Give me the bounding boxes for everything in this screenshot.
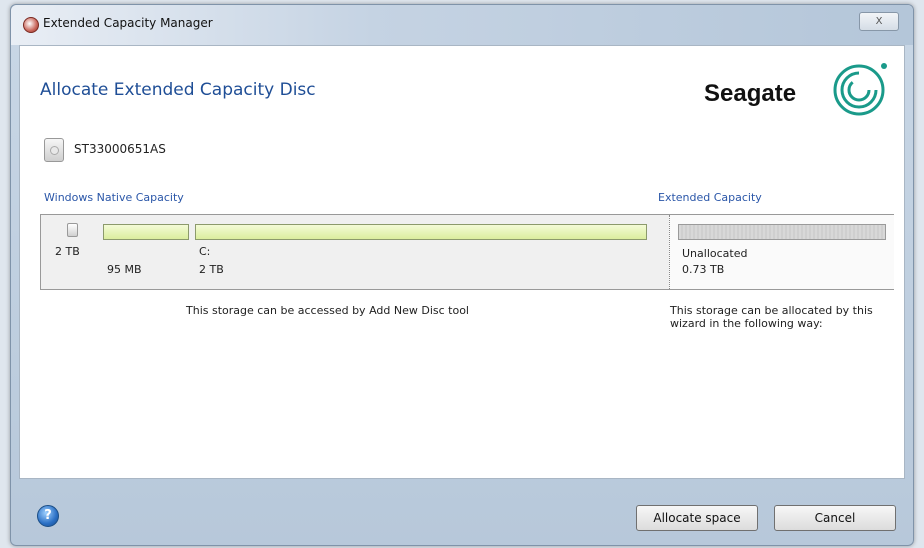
app-icon [23, 17, 39, 33]
unallocated-size: 0.73 TB [682, 263, 725, 276]
cancel-button[interactable]: Cancel [774, 505, 896, 531]
window-title: Extended Capacity Manager [43, 16, 213, 30]
hard-disk-icon [44, 138, 64, 162]
close-button[interactable]: X [859, 12, 899, 31]
disk-total-size: 2 TB [55, 245, 80, 258]
page-title: Allocate Extended Capacity Disc [40, 80, 316, 100]
brand-name: Seagate [704, 80, 797, 107]
wizard-content: Allocate Extended Capacity Disc Seagate … [19, 45, 905, 479]
disk-small-icon [67, 223, 78, 237]
allocate-space-button[interactable]: Allocate space [636, 505, 758, 531]
extended-storage-message: This storage can be allocated by this wi… [670, 304, 873, 330]
system-reserved-size: 95 MB [107, 263, 142, 276]
disk-model: ST33000651AS [74, 142, 166, 156]
unallocated-partition[interactable] [678, 224, 886, 240]
system-reserved-partition[interactable] [103, 224, 189, 240]
extended-capacity-area: Unallocated 0.73 TB [669, 215, 894, 289]
wizard-footer: ? Allocate space Cancel [19, 477, 903, 537]
extended-capacity-manager-window: Extended Capacity Manager X Allocate Ext… [10, 4, 914, 546]
c-drive-letter: C: [199, 245, 211, 258]
title-bar[interactable]: Extended Capacity Manager X [11, 5, 913, 45]
native-capacity-label: Windows Native Capacity [44, 191, 184, 204]
seagate-swirl-icon [833, 63, 887, 116]
native-storage-message: This storage can be accessed by Add New … [186, 304, 469, 317]
help-icon[interactable]: ? [37, 505, 59, 527]
seagate-logo: Seagate [700, 56, 890, 116]
c-drive-size: 2 TB [199, 263, 224, 276]
unallocated-label: Unallocated [682, 247, 748, 260]
disk-map: 2 TB 95 MB C: 2 TB Unallocated 0.73 TB [40, 214, 894, 290]
extended-capacity-label: Extended Capacity [658, 191, 762, 204]
c-drive-partition[interactable] [195, 224, 647, 240]
